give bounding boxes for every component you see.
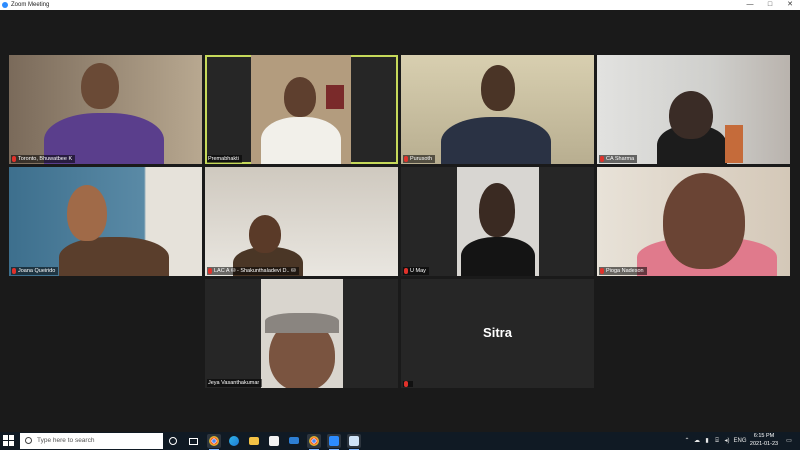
- participant-name: Jeya Vasanthakumar: [207, 379, 263, 387]
- muted-mic-icon: [404, 156, 408, 162]
- windows-taskbar: Type here to search ⌃ ☁ ▮ ⌸ ◂) ENG 6:15 …: [0, 432, 800, 450]
- participant-name: Toronto, Bhuwatbee K: [11, 155, 76, 163]
- participant-tile[interactable]: Purusoth: [401, 55, 594, 164]
- volume-icon[interactable]: ◂): [723, 432, 731, 450]
- clock-date: 2021-01-23: [749, 440, 779, 447]
- video-feed: [67, 185, 107, 241]
- file-explorer-icon[interactable]: [247, 434, 261, 448]
- network-icon[interactable]: ⌸: [713, 432, 721, 450]
- chrome-icon[interactable]: [207, 434, 221, 450]
- video-feed: [669, 91, 713, 139]
- battery-icon[interactable]: ▮: [703, 432, 711, 450]
- video-feed: [441, 117, 551, 164]
- maximize-button[interactable]: □: [760, 0, 780, 10]
- zoom-icon[interactable]: [327, 434, 341, 450]
- store-icon[interactable]: [267, 434, 281, 448]
- clock[interactable]: 6:15 PM 2021-01-23: [747, 433, 781, 448]
- muted-mic-icon: [12, 156, 16, 162]
- language-indicator[interactable]: ENG: [733, 432, 747, 450]
- minimize-button[interactable]: —: [740, 0, 760, 10]
- participant-name: CA Sharma: [599, 155, 638, 163]
- participant-name: [403, 381, 413, 387]
- search-placeholder: Type here to search: [37, 437, 95, 444]
- video-feed: [457, 167, 539, 276]
- participant-tile[interactable]: Jeya Vasanthakumar: [205, 279, 398, 388]
- cortana-icon[interactable]: [166, 434, 180, 448]
- video-feed: [59, 237, 169, 276]
- participant-name: Purusoth: [403, 155, 436, 163]
- video-feed: [663, 173, 745, 269]
- cloud-icon[interactable]: ☁: [693, 432, 701, 450]
- participant-tile[interactable]: Pioga Nadeson: [597, 167, 790, 276]
- participant-tile[interactable]: Joana Queirido: [9, 167, 202, 276]
- video-feed: [81, 63, 119, 109]
- participant-name: Pioga Nadeson: [599, 267, 647, 275]
- task-view-icon[interactable]: [186, 434, 200, 448]
- muted-mic-icon: [12, 268, 16, 274]
- video-feed: [251, 55, 351, 164]
- close-button[interactable]: ✕: [780, 0, 800, 10]
- muted-mic-icon: [208, 268, 212, 274]
- clock-time: 6:15 PM: [753, 433, 775, 439]
- window-title: Zoom Meeting: [11, 2, 50, 8]
- search-icon: [25, 437, 32, 444]
- mail-icon[interactable]: [287, 434, 301, 448]
- participant-display-name: Sitra: [483, 325, 512, 340]
- chrome-icon[interactable]: [307, 434, 321, 450]
- participant-tile[interactable]: CA Sharma: [597, 55, 790, 164]
- participant-name: LAC A ⛁ - Shakunthaladevi D.. ⛁: [207, 267, 299, 275]
- participant-tile[interactable]: LAC A ⛁ - Shakunthaladevi D.. ⛁: [205, 167, 398, 276]
- video-feed: [249, 215, 281, 253]
- edge-icon[interactable]: [227, 434, 241, 448]
- participant-name: U May: [403, 267, 429, 275]
- video-feed: [481, 65, 515, 111]
- participant-tile[interactable]: Toronto, Bhuwatbee K: [9, 55, 202, 164]
- video-feed: [261, 279, 343, 388]
- notifications-icon[interactable]: ▭: [783, 432, 795, 450]
- video-feed: [725, 125, 743, 163]
- windows-start-button[interactable]: [3, 435, 15, 447]
- muted-mic-icon: [404, 268, 408, 274]
- muted-mic-icon: [600, 156, 604, 162]
- chevron-up-icon[interactable]: ⌃: [683, 432, 691, 450]
- title-bar: Zoom Meeting — □ ✕: [0, 0, 800, 10]
- muted-mic-icon: [404, 381, 408, 387]
- notepad-icon[interactable]: [347, 434, 361, 450]
- participant-tile[interactable]: U May: [401, 167, 594, 276]
- participant-name: Premabhakti: [207, 155, 242, 163]
- participant-name: Joana Queirido: [11, 267, 59, 275]
- muted-mic-icon: [600, 268, 604, 274]
- taskbar-search-box[interactable]: Type here to search: [20, 433, 163, 449]
- participant-tile-active[interactable]: Premabhakti: [205, 55, 398, 164]
- participant-tile[interactable]: Sitra: [401, 279, 594, 388]
- video-gallery: Toronto, Bhuwatbee K Premabhakti Purusot…: [0, 10, 800, 432]
- zoom-logo-icon: [2, 2, 8, 8]
